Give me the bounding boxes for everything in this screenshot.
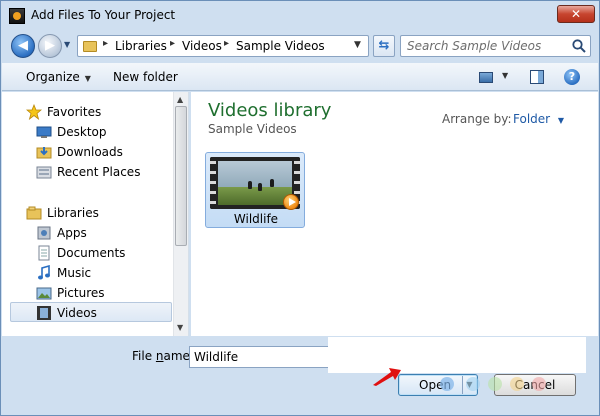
search-input[interactable] <box>400 35 591 57</box>
address-dropdown-icon[interactable]: ▼ <box>354 40 361 50</box>
videos-icon <box>37 306 51 320</box>
breadcrumb-separator-icon[interactable]: ▸ <box>224 38 229 49</box>
breadcrumb-libraries[interactable]: Libraries <box>115 39 167 53</box>
arrange-by-value: Folder <box>513 112 551 126</box>
new-folder-button[interactable]: New folder <box>113 70 178 84</box>
search-icon[interactable] <box>571 38 587 54</box>
downloads-icon <box>36 147 52 159</box>
window-title: Add Files To Your Project <box>31 8 176 22</box>
file-name-label-static: File name: <box>132 349 194 363</box>
back-button[interactable]: ◀ <box>11 34 35 58</box>
preview-pane-icon[interactable] <box>530 70 544 84</box>
library-subtitle: Sample Videos <box>208 122 297 136</box>
change-view-icon[interactable] <box>479 72 493 83</box>
play-badge-icon <box>283 194 299 210</box>
breadcrumb-sample-videos[interactable]: Sample Videos <box>236 39 325 53</box>
recent-places-icon <box>36 166 52 179</box>
annotation-arrow-icon <box>373 368 401 386</box>
nav-pane-scrollbar[interactable]: ▲ ▼ <box>173 92 188 336</box>
address-bar[interactable]: ▸ Libraries ▸ Videos ▸ Sample Videos ▼ <box>77 35 369 57</box>
star-icon <box>26 104 42 120</box>
organize-menu[interactable]: Organize ▼ <box>26 70 91 84</box>
library-title: Videos library <box>208 100 332 121</box>
organize-label: Organize <box>26 70 80 84</box>
white-overlay <box>328 337 586 373</box>
app-icon <box>9 8 25 24</box>
title-bar: Add Files To Your Project ✕ <box>1 1 599 31</box>
view-options-caret-icon[interactable]: ▼ <box>502 71 508 80</box>
breadcrumb-separator-icon[interactable]: ▸ <box>170 38 175 49</box>
organize-caret-icon: ▼ <box>84 74 91 83</box>
breadcrumb-separator-icon[interactable]: ▸ <box>103 38 108 49</box>
command-toolbar: Organize ▼ New folder ▼ ? <box>2 63 598 91</box>
navigation-bar: ◀ ▶ ▼ ▸ Libraries ▸ Videos ▸ Sample Vide… <box>1 31 599 61</box>
help-icon[interactable]: ? <box>564 69 580 85</box>
close-button[interactable]: ✕ <box>557 5 595 23</box>
file-name-input[interactable] <box>189 346 339 368</box>
file-dialog-window: Add Files To Your Project ✕ ◀ ▶ ▼ ▸ Libr… <box>0 0 600 416</box>
breadcrumb-videos[interactable]: Videos <box>182 39 222 53</box>
arrange-by-label: Arrange by: <box>442 112 512 126</box>
scroll-up-icon[interactable]: ▲ <box>177 95 183 104</box>
forward-button[interactable]: ▶ <box>38 34 62 58</box>
file-name-label: Wildlife <box>233 212 279 226</box>
desktop-icon <box>36 126 52 138</box>
scroll-down-icon[interactable]: ▼ <box>177 323 183 332</box>
loading-dots <box>440 377 560 393</box>
folder-icon <box>83 41 97 52</box>
arrange-caret-icon: ▼ <box>557 116 565 125</box>
arrange-by-dropdown[interactable]: Folder ▼ <box>513 112 564 126</box>
documents-icon <box>38 245 50 261</box>
pictures-icon <box>36 287 52 300</box>
file-list-pane: Videos library Sample Videos Arrange by:… <box>191 92 598 336</box>
libraries-icon <box>26 206 42 220</box>
music-icon <box>38 265 50 280</box>
refresh-button[interactable]: ⇆ <box>373 35 395 57</box>
history-dropdown-icon[interactable]: ▼ <box>64 40 70 49</box>
apps-icon <box>37 226 51 240</box>
scrollbar-thumb[interactable] <box>175 106 187 246</box>
navigation-pane: Favorites Desktop Downloads Recent Place… <box>2 92 189 336</box>
file-tile-wildlife[interactable]: Wildlife <box>205 152 305 228</box>
